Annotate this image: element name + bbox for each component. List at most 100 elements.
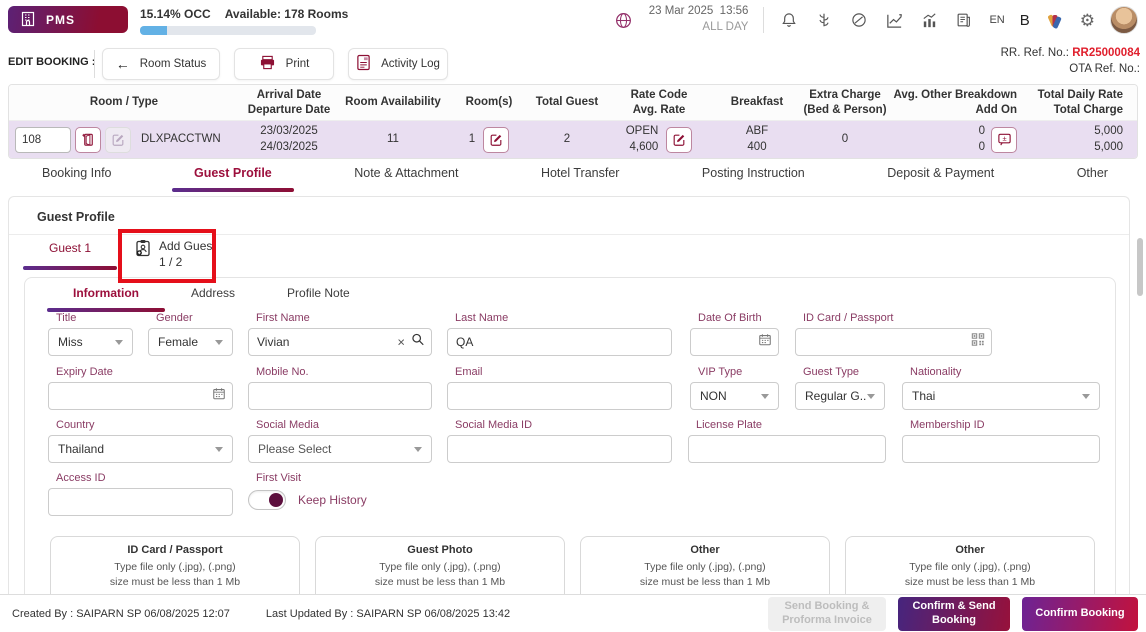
calendar-icon[interactable] — [212, 387, 226, 406]
occupancy-summary: 15.14% OCCAvailable: 178 Rooms — [140, 7, 362, 21]
theme-palette-icon[interactable] — [1045, 10, 1065, 30]
guest-type-field: Guest Type Regular G... — [795, 366, 885, 410]
bell-icon[interactable] — [779, 10, 799, 30]
news-icon[interactable] — [954, 10, 974, 30]
title-select[interactable]: Miss — [48, 328, 133, 356]
activity-log-button[interactable]: Activity Log — [348, 48, 448, 80]
brand-b-button[interactable]: B — [1020, 12, 1030, 29]
calendar-icon[interactable] — [758, 333, 772, 352]
mobile-input[interactable] — [248, 382, 432, 410]
vip-type-select[interactable]: NON — [690, 382, 779, 410]
rr-ref-label: RR. Ref. No.: — [1001, 47, 1069, 59]
breakdown-adjust-button[interactable]: ± — [991, 127, 1017, 153]
total-rate-values: 5,0005,000 — [1021, 124, 1137, 155]
tab-posting-instruction[interactable]: Posting Instruction — [698, 158, 809, 192]
avg-other-breakdown-values: 00 — [979, 124, 985, 155]
social-media-id-input[interactable] — [447, 435, 672, 463]
tab-booking-info[interactable]: Booking Info — [38, 158, 116, 192]
gauge-icon[interactable] — [849, 10, 869, 30]
guest-1-tab[interactable]: Guest 1 — [23, 241, 117, 255]
guest-type-select[interactable]: Regular G... — [795, 382, 885, 410]
id-card-input[interactable] — [795, 328, 992, 356]
tab-deposit-payment[interactable]: Deposit & Payment — [883, 158, 998, 192]
time-text: 13:56 — [720, 5, 749, 17]
nationality-select[interactable]: Thai — [902, 382, 1100, 410]
top-bar: PMS 15.14% OCCAvailable: 178 Rooms 23 Ma… — [0, 0, 1146, 40]
toggle-knob — [269, 493, 283, 507]
topbar-divider — [763, 7, 764, 33]
confirm-booking-button[interactable]: Confirm Booking — [1022, 597, 1138, 631]
vertical-scrollbar-thumb[interactable] — [1137, 238, 1143, 296]
edit-rooms-button[interactable] — [483, 127, 509, 153]
license-plate-input[interactable] — [688, 435, 886, 463]
pms-logo-button[interactable]: PMS — [8, 6, 128, 33]
search-icon[interactable] — [411, 333, 425, 352]
social-media-select[interactable]: Please Select — [248, 435, 432, 463]
activity-log-icon — [356, 54, 371, 74]
room-status-label: Room Status — [140, 58, 206, 70]
last-name-input[interactable] — [447, 328, 672, 356]
email-field: Email — [447, 366, 672, 410]
print-label: Print — [286, 58, 310, 70]
language-switch[interactable]: EN — [989, 14, 1004, 26]
stay-dates: 23/03/202524/03/2025 — [239, 124, 339, 155]
header-avg-other-breakdown: Avg. Other BreakdownAdd On — [891, 88, 1021, 118]
line-chart-icon[interactable] — [884, 10, 904, 30]
tab-guest-profile[interactable]: Guest Profile — [190, 158, 276, 192]
id-card-field: ID Card / Passport — [795, 312, 992, 356]
logo-label: PMS — [46, 13, 75, 27]
membership-id-input[interactable] — [902, 435, 1100, 463]
social-media-field: Social Media Please Select — [248, 419, 432, 463]
confirm-send-booking-button[interactable]: Confirm & Send Booking — [898, 597, 1010, 631]
subtab-profile-note[interactable]: Profile Note — [261, 278, 376, 310]
dob-field: Date Of Birth — [690, 312, 779, 356]
all-day-text: ALL DAY — [649, 20, 749, 36]
ota-ref-label: OTA Ref. No.: — [1069, 63, 1140, 75]
booking-detail-tabs: Booking Info Guest Profile Note & Attach… — [0, 158, 1146, 192]
user-avatar[interactable] — [1110, 6, 1138, 34]
activity-log-label: Activity Log — [381, 58, 440, 70]
rr-ref-value: RR25000084 — [1072, 47, 1140, 59]
room-type-text: DLXPACCTWN — [141, 132, 221, 147]
booking-room-table: Room / Type Arrival DateDeparture Date R… — [8, 84, 1138, 159]
gear-icon[interactable]: ⚙ — [1080, 12, 1095, 29]
access-id-input[interactable] — [48, 488, 233, 516]
print-button[interactable]: Print — [234, 48, 334, 80]
edit-rate-button[interactable] — [666, 127, 692, 153]
social-media-id-field: Social Media ID — [447, 419, 672, 463]
first-visit-field: First Visit Keep History — [248, 472, 508, 510]
reference-numbers: RR. Ref. No.: RR25000084 OTA Ref. No.: — [1001, 46, 1140, 77]
license-plate-field: License Plate — [688, 419, 886, 463]
room-number-input[interactable] — [15, 127, 71, 153]
expiry-date-field: Expiry Date — [48, 366, 233, 410]
country-select[interactable]: Thailand — [48, 435, 233, 463]
tab-other[interactable]: Other — [1073, 158, 1112, 192]
chevron-down-icon — [1082, 394, 1090, 399]
tab-note-attachment[interactable]: Note & Attachment — [350, 158, 462, 192]
gender-select[interactable]: Female — [148, 328, 233, 356]
chevron-down-icon — [761, 394, 769, 399]
last-updated-text: Last Updated By : SAIPARN SP 06/08/2025 … — [266, 608, 510, 620]
chevron-down-icon — [215, 340, 223, 345]
mobile-field: Mobile No. — [248, 366, 432, 410]
clear-icon[interactable]: × — [397, 336, 405, 349]
rate-code-values: OPEN4,600 — [626, 124, 659, 155]
rooms-count-value: 1 — [469, 132, 475, 147]
tab-hotel-transfer[interactable]: Hotel Transfer — [537, 158, 624, 192]
bar-chart-icon[interactable] — [919, 10, 939, 30]
globe-icon[interactable] — [614, 10, 634, 30]
room-status-button[interactable]: ← Room Status — [102, 48, 220, 80]
nationality-field: Nationality Thai — [902, 366, 1100, 410]
email-input[interactable] — [447, 382, 672, 410]
hotel-building-icon — [20, 11, 36, 32]
expiry-date-input[interactable] — [48, 382, 233, 410]
qr-scan-icon[interactable] — [971, 333, 985, 352]
extra-charge-value: 0 — [799, 132, 891, 147]
gender-field: Gender Female — [148, 312, 233, 356]
first-visit-toggle[interactable] — [248, 490, 286, 510]
footer-bar: Created By : SAIPARN SP 06/08/2025 12:07… — [0, 594, 1146, 632]
integrations-icon[interactable] — [814, 10, 834, 30]
keep-history-label: Keep History — [298, 493, 367, 507]
guest-info-formbox: Information Address Profile Note Title M… — [24, 277, 1116, 601]
door-plus-button[interactable] — [75, 127, 101, 153]
